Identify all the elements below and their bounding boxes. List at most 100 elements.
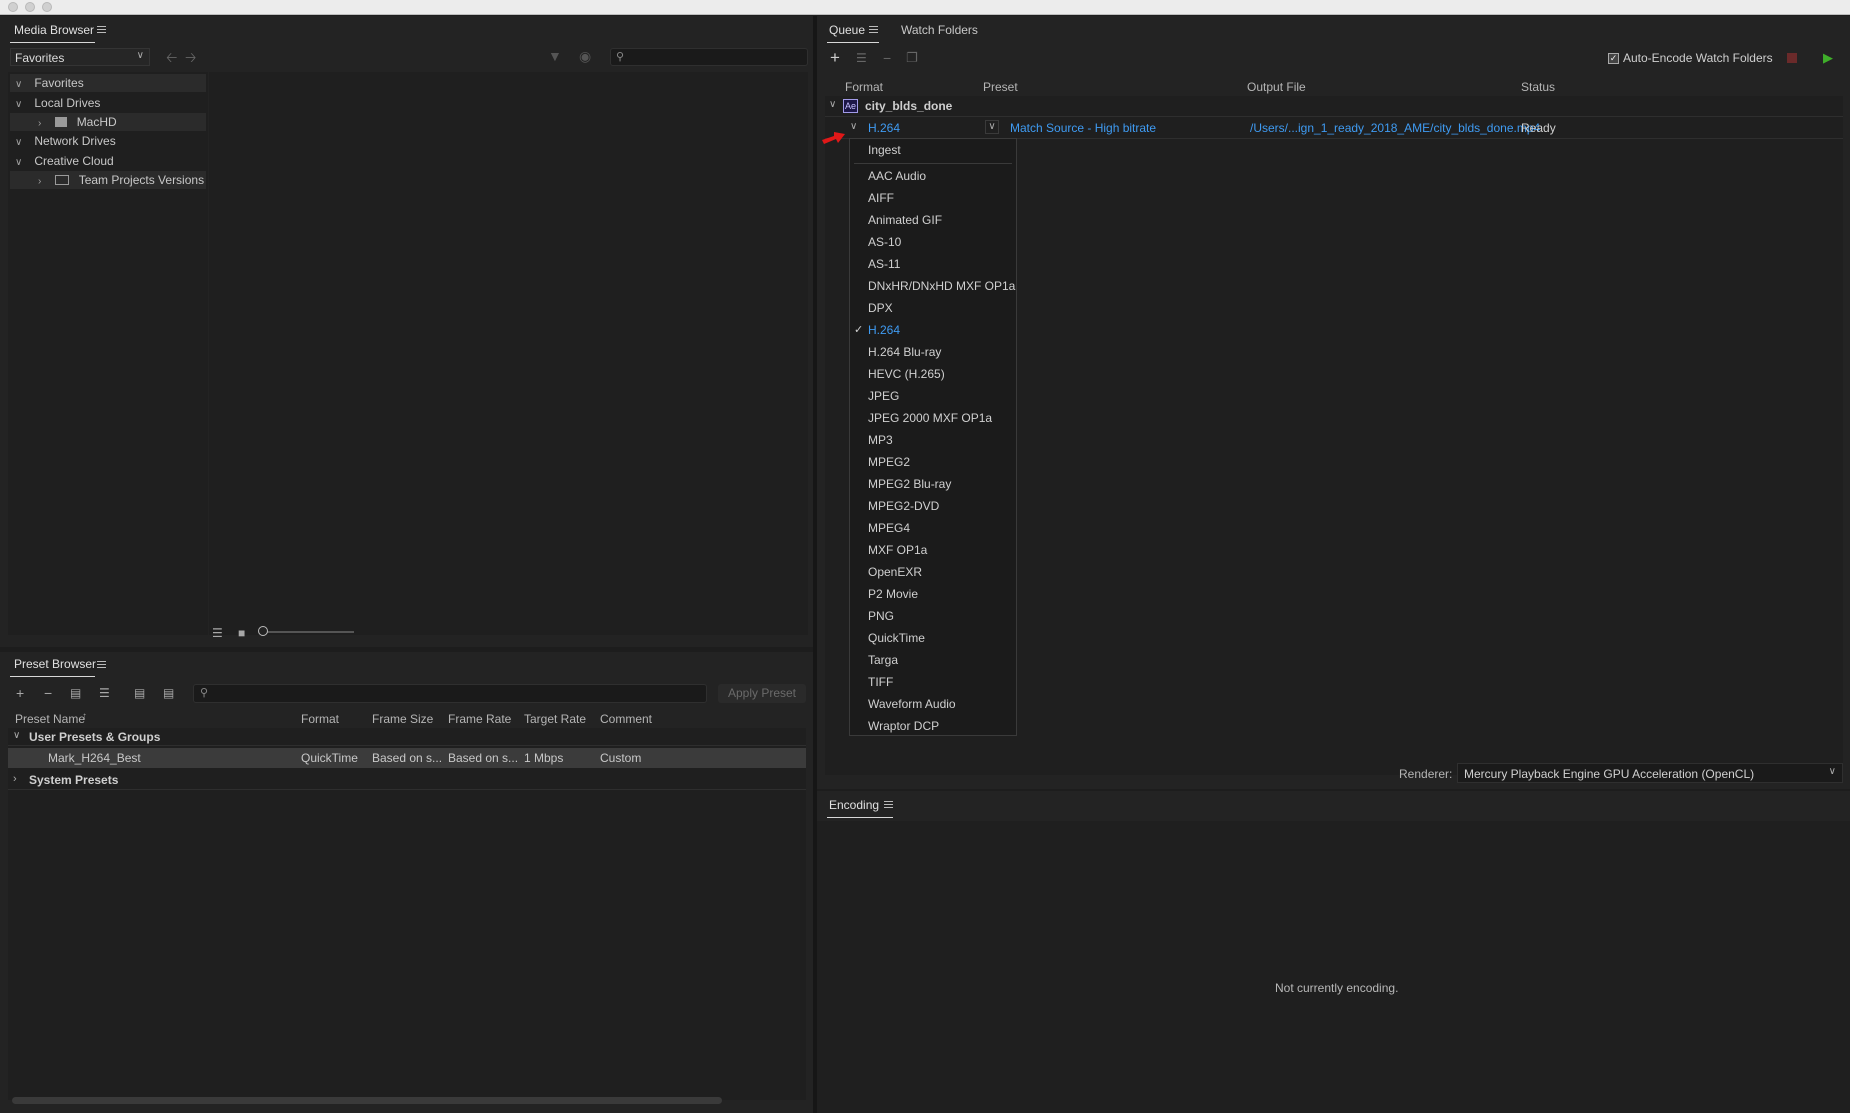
- menu-item-mpeg2-dvd[interactable]: MPEG2-DVD: [868, 497, 939, 515]
- media-browser-menu-icon[interactable]: [97, 26, 106, 33]
- view-eye-icon[interactable]: ◉: [579, 49, 591, 63]
- menu-item-hevc[interactable]: HEVC (H.265): [868, 365, 945, 383]
- encoding-menu-icon[interactable]: [884, 801, 893, 808]
- preset-dropdown-chevron-icon[interactable]: ∨: [985, 120, 999, 134]
- group-row-system[interactable]: › System Presets: [8, 770, 806, 790]
- col-target-rate[interactable]: Target Rate: [524, 712, 586, 726]
- preset-link[interactable]: Match Source - High bitrate: [1010, 121, 1156, 135]
- queue-settings-icon[interactable]: ☰: [856, 51, 867, 65]
- media-search-input[interactable]: ⚲: [610, 48, 808, 66]
- tree-item-local-drives[interactable]: ∨ Local Drives: [10, 94, 207, 112]
- target-rate-cell: 1 Mbps: [524, 751, 564, 765]
- col-preset[interactable]: Preset: [983, 80, 1018, 94]
- list-view-icon[interactable]: ☰: [212, 626, 223, 640]
- col-comment[interactable]: Comment: [600, 712, 652, 726]
- format-link[interactable]: H.264: [868, 121, 900, 135]
- menu-item-quicktime[interactable]: QuickTime: [868, 629, 925, 647]
- queue-menu-icon[interactable]: [869, 26, 878, 33]
- zoom-slider-handle[interactable]: [258, 626, 268, 636]
- menu-item-mpeg2[interactable]: MPEG2: [868, 453, 910, 471]
- filter-icon[interactable]: ▼: [548, 49, 562, 63]
- tab-queue[interactable]: Queue: [829, 23, 865, 37]
- preset-search-input[interactable]: ⚲: [193, 684, 707, 703]
- col-format[interactable]: Format: [845, 80, 883, 94]
- menu-item-dnxhr[interactable]: DNxHR/DNxHD MXF OP1a: [868, 277, 1015, 295]
- menu-item-h264[interactable]: H.264: [868, 321, 900, 339]
- apply-preset-button[interactable]: Apply Preset: [718, 684, 806, 703]
- tree-item-network-drives[interactable]: ∨ Network Drives: [10, 132, 207, 150]
- minimize-window-button[interactable]: [25, 2, 35, 12]
- forward-arrow-icon[interactable]: 🡢: [185, 50, 196, 64]
- menu-item-p2-movie[interactable]: P2 Movie: [868, 585, 918, 603]
- window-title-bar: [0, 0, 1850, 15]
- col-frame-rate[interactable]: Frame Rate: [448, 712, 511, 726]
- media-browser-panel: Media Browser Favorites ∨ 🡠 🡢 ▼ ◉ ⚲ ∨ Fa…: [0, 16, 813, 647]
- add-preset-icon[interactable]: +: [16, 686, 24, 700]
- tree-item-team-projects[interactable]: › Team Projects Versions: [10, 171, 206, 189]
- group-icon[interactable]: ▤: [70, 686, 81, 700]
- group-row-user[interactable]: ∨ User Presets & Groups: [8, 728, 806, 746]
- preset-settings-icon[interactable]: ☰: [99, 686, 110, 700]
- queue-output-row[interactable]: ∨ H.264 ∨ Match Source - High bitrate /U…: [825, 118, 1843, 139]
- icon-view-icon[interactable]: ■: [238, 626, 245, 640]
- auto-encode-checkbox[interactable]: ✓: [1608, 53, 1619, 64]
- menu-item-wraptor-dcp[interactable]: Wraptor DCP: [868, 717, 939, 735]
- zoom-window-button[interactable]: [42, 2, 52, 12]
- start-queue-icon[interactable]: ▶: [1823, 50, 1833, 66]
- tree-item-favorites[interactable]: ∨ Favorites: [10, 74, 206, 92]
- tab-watch-folders[interactable]: Watch Folders: [901, 23, 978, 37]
- renderer-value: Mercury Playback Engine GPU Acceleration…: [1464, 767, 1755, 781]
- menu-item-ingest[interactable]: Ingest: [868, 141, 901, 159]
- zoom-slider[interactable]: [262, 631, 354, 633]
- tree-item-machd[interactable]: › MacHD: [10, 113, 206, 131]
- menu-item-jpeg[interactable]: JPEG: [868, 387, 899, 405]
- menu-item-targa[interactable]: Targa: [868, 651, 898, 669]
- menu-item-mpeg4[interactable]: MPEG4: [868, 519, 910, 537]
- tree-item-creative-cloud[interactable]: ∨ Creative Cloud: [10, 152, 207, 170]
- remove-preset-icon[interactable]: −: [44, 686, 52, 700]
- menu-item-mxf-op1a[interactable]: MXF OP1a: [868, 541, 927, 559]
- menu-item-png[interactable]: PNG: [868, 607, 894, 625]
- col-frame-size[interactable]: Frame Size: [372, 712, 433, 726]
- close-window-button[interactable]: [8, 2, 18, 12]
- preset-browser-menu-icon[interactable]: [97, 661, 106, 668]
- location-select[interactable]: Favorites ∨: [10, 48, 150, 66]
- col-status[interactable]: Status: [1521, 80, 1555, 94]
- col-output-file[interactable]: Output File: [1247, 80, 1306, 94]
- menu-item-mpeg2-bluray[interactable]: MPEG2 Blu-ray: [868, 475, 951, 493]
- menu-item-mp3[interactable]: MP3: [868, 431, 893, 449]
- horizontal-scrollbar[interactable]: [12, 1097, 722, 1104]
- renderer-select[interactable]: Mercury Playback Engine GPU Acceleration…: [1457, 763, 1843, 783]
- queue-source-row[interactable]: ∨ Ae city_blds_done: [825, 96, 1843, 117]
- add-source-icon[interactable]: +: [830, 49, 840, 66]
- tree-item-label: Local Drives: [34, 96, 101, 110]
- import-preset-icon[interactable]: ▤: [134, 686, 145, 700]
- duplicate-icon[interactable]: ❐: [906, 51, 918, 65]
- export-preset-icon[interactable]: ▤: [163, 686, 174, 700]
- encoding-title: Encoding: [829, 798, 880, 812]
- output-file-link[interactable]: /Users/...ign_1_ready_2018_AME/city_blds…: [1250, 121, 1540, 135]
- auto-encode-label: Auto-Encode Watch Folders: [1623, 51, 1773, 65]
- back-arrow-icon[interactable]: 🡠: [166, 50, 177, 64]
- menu-item-jpeg2000[interactable]: JPEG 2000 MXF OP1a: [868, 409, 992, 427]
- col-preset-name[interactable]: Preset Name: [15, 712, 85, 726]
- menu-item-aac-audio[interactable]: AAC Audio: [868, 167, 926, 185]
- tree-item-label: MacHD: [76, 115, 117, 129]
- format-dropdown-chevron-icon[interactable]: ∨: [850, 121, 857, 132]
- menu-item-as-11[interactable]: AS-11: [868, 255, 900, 273]
- menu-separator: [854, 163, 1012, 164]
- menu-item-tiff[interactable]: TIFF: [868, 673, 893, 691]
- menu-item-h264-bluray[interactable]: H.264 Blu-ray: [868, 343, 941, 361]
- col-format[interactable]: Format: [301, 712, 339, 726]
- comment-cell: Custom: [600, 751, 642, 765]
- menu-item-openexr[interactable]: OpenEXR: [868, 563, 922, 581]
- remove-item-icon[interactable]: −: [883, 51, 891, 65]
- table-row[interactable]: Mark_H264_Best QuickTime Based on s... B…: [8, 748, 806, 768]
- menu-item-aiff[interactable]: AIFF: [868, 189, 894, 207]
- chevron-right-icon: ›: [13, 773, 17, 785]
- menu-item-animated-gif[interactable]: Animated GIF: [868, 211, 942, 229]
- stop-queue-button[interactable]: [1787, 53, 1797, 63]
- menu-item-waveform-audio[interactable]: Waveform Audio: [868, 695, 956, 713]
- menu-item-dpx[interactable]: DPX: [868, 299, 893, 317]
- menu-item-as-10[interactable]: AS-10: [868, 233, 901, 251]
